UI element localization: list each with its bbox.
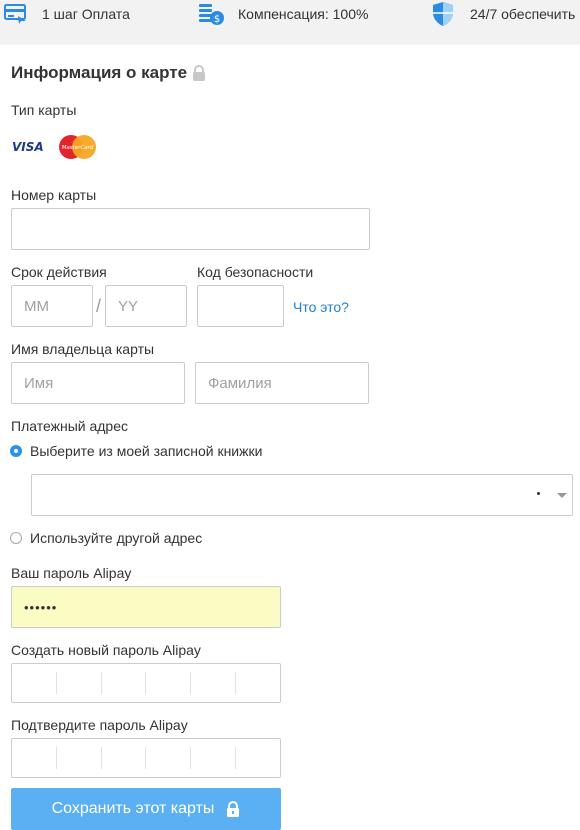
- security-code-input[interactable]: [197, 285, 284, 327]
- topbar-step-label: 1 шаг Оплата: [42, 6, 130, 22]
- new-password-input[interactable]: [11, 663, 281, 703]
- pin-cell[interactable]: [12, 747, 57, 769]
- whats-this-link[interactable]: Что это?: [293, 299, 349, 315]
- topbar-item-compensation: $ Компенсация: 100%: [196, 0, 368, 28]
- card-info-title: Информация о карте: [11, 63, 206, 83]
- visa-wordmark: VISA: [12, 140, 43, 154]
- expiry-separator: /: [96, 296, 102, 316]
- card-icon: [0, 0, 30, 28]
- billing-option-label: Используйте другой адрес: [30, 530, 203, 546]
- page-title: Информация о карте: [11, 63, 188, 82]
- security-code-label: Код безопасности: [197, 264, 314, 280]
- topbar-item-support: 24/7 обеспечить: [428, 0, 575, 28]
- expiry-label: Срок действия: [11, 264, 107, 280]
- svg-text:$: $: [214, 14, 220, 25]
- pin-cell[interactable]: [236, 672, 280, 694]
- save-card-button[interactable]: Сохранить этот карты: [11, 788, 281, 830]
- billing-option-label: Выберите из моей записной книжки: [30, 443, 263, 459]
- top-info-bar: 1 шаг Оплата $ Компенсация: 100% 24/7 об…: [0, 0, 580, 45]
- mastercard-wordmark: MasterCard: [62, 145, 94, 151]
- mastercard-icon[interactable]: MasterCard: [58, 134, 98, 160]
- new-password-label: Создать новый пароль Alipay: [11, 642, 201, 658]
- lock-icon: [227, 800, 240, 817]
- pin-cell[interactable]: [191, 672, 237, 694]
- first-name-input[interactable]: [11, 362, 185, 404]
- lock-icon: [193, 64, 206, 81]
- select-dot: [537, 492, 540, 495]
- pin-cell[interactable]: [57, 672, 102, 694]
- expiry-year-input[interactable]: [105, 285, 187, 327]
- alipay-password-input[interactable]: [11, 586, 281, 628]
- alipay-password-label: Ваш пароль Alipay: [11, 565, 132, 581]
- billing-address-label: Платежный адрес: [11, 418, 128, 434]
- pin-cell[interactable]: [191, 747, 237, 769]
- radio-selected[interactable]: [10, 445, 22, 457]
- coins-icon: $: [196, 0, 226, 28]
- pin-cell[interactable]: [236, 747, 280, 769]
- billing-option-addressbook[interactable]: Выберите из моей записной книжки: [10, 443, 262, 459]
- radio-unselected[interactable]: [10, 532, 22, 544]
- expiry-month-input[interactable]: [11, 285, 93, 327]
- pin-cell[interactable]: [146, 672, 192, 694]
- pin-cell[interactable]: [146, 747, 192, 769]
- shield-icon: [428, 0, 458, 28]
- last-name-input[interactable]: [195, 362, 369, 404]
- address-select[interactable]: [31, 474, 573, 516]
- card-number-label: Номер карты: [11, 187, 97, 203]
- topbar-compensation-label: Компенсация: 100%: [238, 6, 369, 22]
- topbar-support-label: 24/7 обеспечить: [470, 6, 576, 22]
- confirm-password-input[interactable]: [11, 738, 281, 778]
- topbar-item-step: 1 шаг Оплата: [0, 0, 130, 28]
- visa-icon[interactable]: VISA: [11, 135, 44, 157]
- billing-option-other[interactable]: Используйте другой адрес: [10, 530, 202, 546]
- card-type-label: Тип карты: [11, 102, 77, 118]
- save-card-button-label: Сохранить этот карты: [51, 800, 215, 817]
- chevron-down-icon: [557, 493, 567, 498]
- pin-cell[interactable]: [12, 672, 57, 694]
- pin-cell[interactable]: [57, 747, 102, 769]
- pin-cell[interactable]: [102, 672, 147, 694]
- pin-cell[interactable]: [102, 747, 147, 769]
- card-holder-label: Имя владельца карты: [11, 341, 155, 357]
- card-number-input[interactable]: [11, 208, 370, 250]
- confirm-password-label: Подтвердите пароль Alipay: [11, 717, 188, 733]
